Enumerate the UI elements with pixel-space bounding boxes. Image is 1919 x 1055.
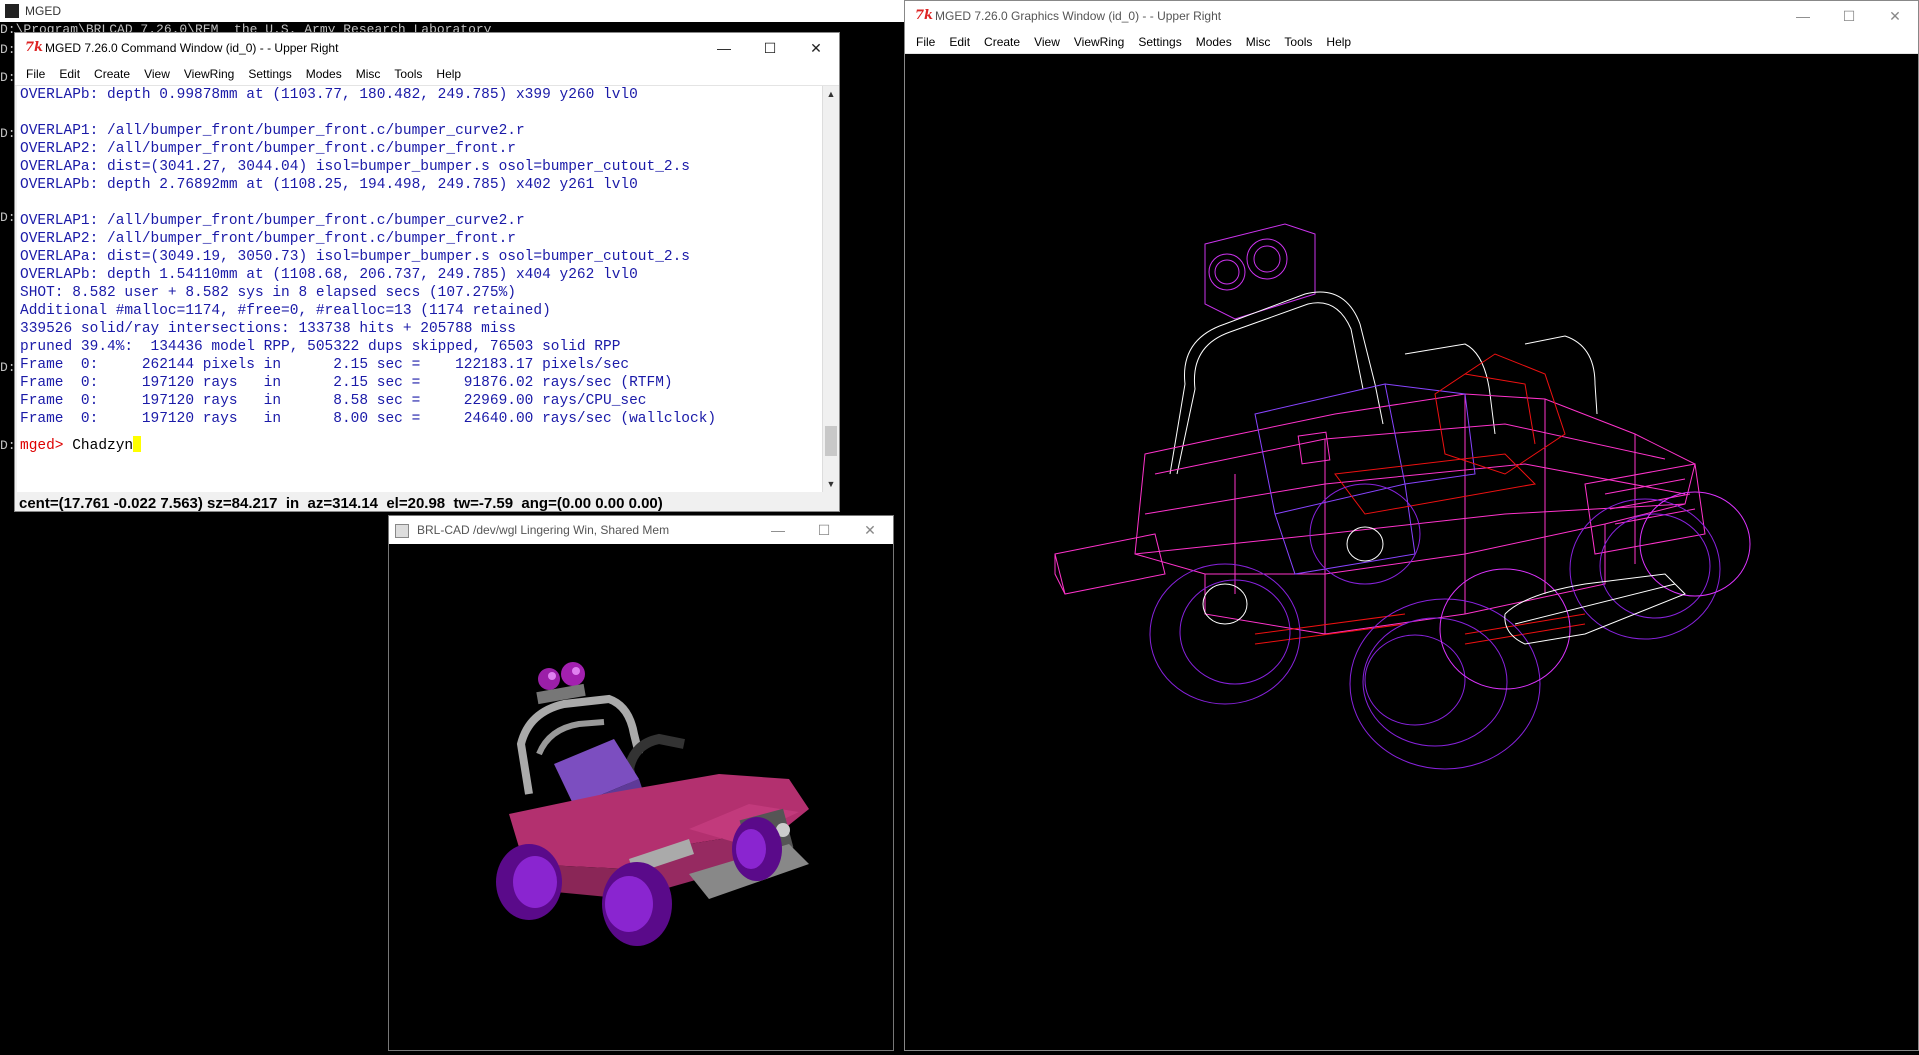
menu-tools[interactable]: Tools: [387, 63, 429, 85]
graphics-window-title: MGED 7.26.0 Graphics Window (id_0) - - U…: [935, 9, 1222, 23]
command-window-titlebar[interactable]: 7k MGED 7.26.0 Command Window (id_0) - -…: [15, 33, 839, 63]
console-icon: [5, 4, 19, 18]
menu-misc[interactable]: Misc: [1239, 31, 1278, 53]
graphics-menubar: File Edit Create View ViewRing Settings …: [905, 31, 1918, 54]
text-cursor: [133, 436, 142, 452]
output-line: Additional #malloc=1174, #free=0, #reall…: [20, 303, 551, 319]
wireframe-jeep-model: [1054, 223, 1751, 770]
output-line: OVERLAPa: dist=(3041.27, 3044.04) isol=b…: [20, 159, 691, 175]
menu-help[interactable]: Help: [1319, 31, 1358, 53]
output-line: 339526 solid/ray intersections: 133738 h…: [20, 321, 516, 337]
command-output[interactable]: OVERLAPb: depth 0.99878mm at (1103.77, 1…: [17, 86, 838, 492]
output-line: OVERLAP1: /all/bumper_front/bumper_front…: [20, 123, 525, 139]
render-window: BRL-CAD /dev/wgl Lingering Win, Shared M…: [388, 515, 894, 1051]
command-menubar: File Edit Create View ViewRing Settings …: [15, 63, 839, 86]
vertical-scrollbar[interactable]: ▲ ▼: [822, 86, 839, 492]
minimize-button[interactable]: —: [1780, 1, 1826, 31]
graphics-window: 7k MGED 7.26.0 Graphics Window (id_0) - …: [904, 0, 1919, 1051]
menu-file[interactable]: File: [909, 31, 942, 53]
output-line: OVERLAPb: depth 1.54110mm at (1108.68, 2…: [20, 267, 638, 283]
output-line: SHOT: 8.582 user + 8.582 sys in 8 elapse…: [20, 285, 516, 301]
menu-edit[interactable]: Edit: [52, 63, 87, 85]
menu-create[interactable]: Create: [977, 31, 1027, 53]
minimize-button[interactable]: —: [755, 516, 801, 544]
output-line: Frame 0: 197120 rays in 2.15 sec = 91876…: [20, 375, 673, 391]
minimize-button[interactable]: —: [701, 33, 747, 63]
graphics-window-titlebar[interactable]: 7k MGED 7.26.0 Graphics Window (id_0) - …: [905, 1, 1918, 31]
view-status: cent=(17.761 -0.022 7.563) sz=84.217 in …: [19, 495, 663, 512]
render-window-titlebar[interactable]: BRL-CAD /dev/wgl Lingering Win, Shared M…: [389, 516, 893, 544]
output-line: OVERLAPb: depth 0.99878mm at (1103.77, 1…: [20, 87, 638, 103]
close-button[interactable]: ✕: [847, 516, 893, 544]
command-prompt: mged>: [20, 438, 73, 454]
output-line: Frame 0: 197120 rays in 8.00 sec = 24640…: [20, 411, 717, 427]
command-window-title: MGED 7.26.0 Command Window (id_0) - - Up…: [45, 41, 339, 55]
output-line: OVERLAP2: /all/bumper_front/bumper_front…: [20, 231, 516, 247]
menu-modes[interactable]: Modes: [1189, 31, 1239, 53]
menu-view[interactable]: View: [137, 63, 177, 85]
menu-modes[interactable]: Modes: [299, 63, 349, 85]
console-title: MGED: [25, 4, 61, 18]
maximize-button[interactable]: ☐: [747, 33, 793, 63]
menu-create[interactable]: Create: [87, 63, 137, 85]
output-line: OVERLAP1: /all/bumper_front/bumper_front…: [20, 213, 525, 229]
command-window: 7k MGED 7.26.0 Command Window (id_0) - -…: [14, 32, 840, 538]
menu-misc[interactable]: Misc: [349, 63, 388, 85]
menu-viewring[interactable]: ViewRing: [177, 63, 241, 85]
app-icon: [395, 524, 409, 538]
command-input[interactable]: Chadzyn: [72, 438, 133, 454]
tk-icon: 7k: [915, 8, 934, 23]
output-line: OVERLAPb: depth 2.76892mm at (1108.25, 1…: [20, 177, 638, 193]
menu-settings[interactable]: Settings: [1131, 31, 1188, 53]
menu-tools[interactable]: Tools: [1277, 31, 1319, 53]
maximize-button[interactable]: ☐: [801, 516, 847, 544]
scroll-up-icon[interactable]: ▲: [823, 86, 839, 102]
close-button[interactable]: ✕: [793, 33, 839, 63]
menu-view[interactable]: View: [1027, 31, 1067, 53]
output-line: OVERLAP2: /all/bumper_front/bumper_front…: [20, 141, 516, 157]
maximize-button[interactable]: ☐: [1826, 1, 1872, 31]
output-line: Frame 0: 262144 pixels in 2.15 sec = 122…: [20, 357, 630, 373]
fps-readout: 85.42 fps: [19, 521, 84, 538]
raytraced-jeep-image: [496, 662, 809, 946]
menu-file[interactable]: File: [19, 63, 52, 85]
raytrace-canvas[interactable]: [389, 544, 893, 1050]
command-input-row[interactable]: mged> Chadzyn: [17, 436, 838, 454]
scroll-down-icon[interactable]: ▼: [823, 476, 839, 492]
menu-edit[interactable]: Edit: [942, 31, 977, 53]
tk-icon: 7k: [25, 40, 44, 55]
output-line: Frame 0: 197120 rays in 8.58 sec = 22969…: [20, 393, 647, 409]
menu-viewring[interactable]: ViewRing: [1067, 31, 1131, 53]
render-window-title: BRL-CAD /dev/wgl Lingering Win, Shared M…: [417, 523, 670, 537]
scroll-thumb[interactable]: [825, 426, 837, 456]
output-line: OVERLAPa: dist=(3049.19, 3050.73) isol=b…: [20, 249, 691, 265]
menu-help[interactable]: Help: [429, 63, 468, 85]
output-line: pruned 39.4%: 134436 model RPP, 505322 d…: [20, 339, 621, 355]
menu-settings[interactable]: Settings: [241, 63, 298, 85]
wireframe-canvas[interactable]: [905, 54, 1918, 1050]
close-button[interactable]: ✕: [1872, 1, 1918, 31]
